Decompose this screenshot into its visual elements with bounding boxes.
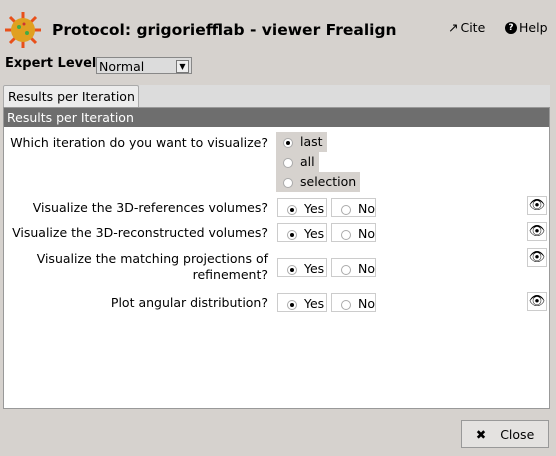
eye-icon: 👁 [528,250,546,265]
view-button[interactable]: 👁 [527,292,547,311]
iteration-option-selection[interactable]: selection [276,172,361,192]
option-label: all [300,154,315,169]
radio-icon [283,137,293,148]
param-question: Plot angular distribution? [110,295,268,310]
view-button[interactable]: 👁 [527,248,547,267]
param-question: Visualize the matching projections of re… [36,251,268,282]
cite-link[interactable]: ↗ Cite [448,20,485,35]
help-icon: ? [505,21,517,34]
window-title: Protocol: grigoriefflab - viewer Frealig… [52,21,397,39]
expert-level-value: Normal [99,59,145,74]
external-link-icon: ↗ [448,20,459,35]
yes-label: Yes [304,201,325,216]
help-label: Help [519,20,548,35]
radio-icon [341,229,351,240]
no-label: No [358,261,375,276]
cite-label: Cite [460,20,486,35]
expert-level-label: Expert Level [5,56,97,71]
tab-results-per-iteration[interactable]: Results per Iteration [3,85,139,107]
yes-radio[interactable]: Yes [277,258,327,277]
radio-icon [341,299,351,310]
yes-label: Yes [304,226,325,241]
iteration-option-last[interactable]: last [276,132,327,152]
iteration-question: Which iteration do you want to visualize… [10,135,268,150]
close-label: Close [500,426,535,442]
radio-icon [283,177,293,188]
yes-radio[interactable]: Yes [277,223,327,242]
radio-icon [287,299,297,310]
yes-radio[interactable]: Yes [277,293,327,312]
eye-icon: 👁 [528,224,546,239]
no-radio[interactable]: No [331,258,376,277]
close-button[interactable]: ✖ Close [461,420,549,448]
param-question: Visualize the 3D-references volumes? [32,200,268,215]
eye-icon: 👁 [528,294,546,309]
radio-icon [287,264,297,275]
radio-icon [287,204,297,215]
view-button[interactable]: 👁 [527,196,547,215]
close-icon: ✖ [475,426,487,442]
no-label: No [358,296,375,311]
no-label: No [358,201,375,216]
yes-label: Yes [304,296,325,311]
yes-radio[interactable]: Yes [277,198,327,217]
no-label: No [358,226,375,241]
radio-icon [341,204,351,215]
option-label: last [300,134,323,149]
radio-icon [283,157,293,168]
no-radio[interactable]: No [331,293,376,312]
chevron-down-icon: ▼ [176,60,189,73]
eye-icon: 👁 [528,198,546,213]
help-link[interactable]: ? Help [505,20,548,35]
no-radio[interactable]: No [331,223,376,242]
param-question: Visualize the 3D-reconstructed volumes? [12,225,268,240]
scipion-logo-icon [5,12,41,48]
expert-level-select[interactable]: Normal ▼ [96,57,192,74]
no-radio[interactable]: No [331,198,376,217]
section-header: Results per Iteration [4,108,549,127]
radio-icon [287,229,297,240]
iteration-option-all[interactable]: all [276,152,319,172]
view-button[interactable]: 👁 [527,222,547,241]
yes-label: Yes [304,261,325,276]
option-label: selection [300,174,357,189]
radio-icon [341,264,351,275]
